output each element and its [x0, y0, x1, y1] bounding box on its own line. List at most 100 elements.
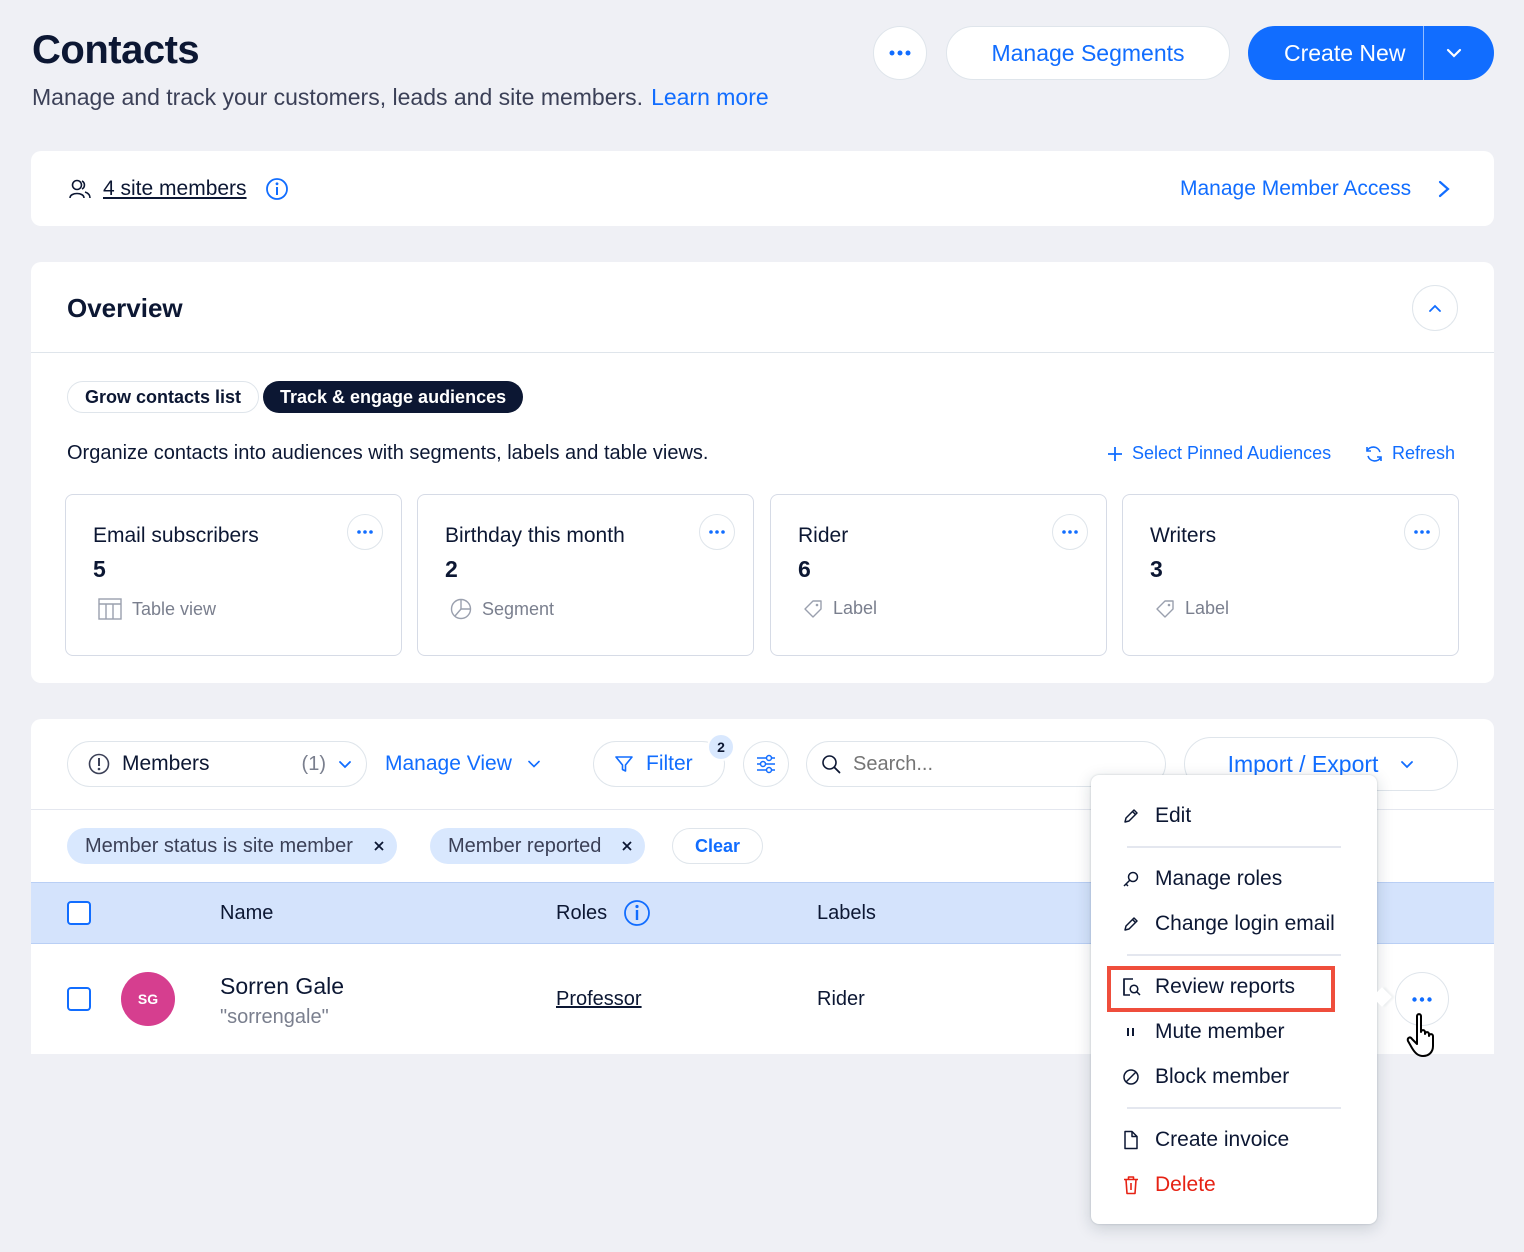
chevron-down-icon: [1447, 48, 1462, 58]
manage-member-access-link[interactable]: Manage Member Access: [1180, 177, 1411, 201]
dots-icon: [1414, 530, 1430, 534]
role-link[interactable]: Professor: [556, 988, 642, 1011]
filter-chip[interactable]: Member reported: [430, 828, 646, 864]
filter-icon: [615, 756, 633, 772]
menu-item-manage-roles[interactable]: Manage roles: [1121, 867, 1282, 891]
menu-item-delete[interactable]: Delete: [1121, 1173, 1216, 1197]
info-icon[interactable]: [265, 177, 289, 201]
site-members-link[interactable]: 4 site members: [103, 177, 247, 201]
audience-title: Writers: [1150, 524, 1217, 547]
collapse-overview-button[interactable]: [1412, 285, 1458, 331]
trash-icon: [1124, 1176, 1138, 1195]
contact-name[interactable]: Sorren Gale: [220, 973, 344, 1000]
tag-icon: [1156, 599, 1174, 618]
audience-more-button[interactable]: [1052, 514, 1088, 550]
close-icon[interactable]: [373, 840, 385, 852]
create-new-dropdown[interactable]: [1424, 26, 1484, 80]
dots-icon: [1062, 530, 1078, 534]
audience-title: Birthday this month: [445, 524, 625, 547]
chevron-down-icon: [528, 760, 540, 768]
pencil-icon: [1124, 917, 1138, 931]
filter-chip-label: Member reported: [448, 834, 602, 857]
members-icon: [69, 179, 91, 199]
pie-icon: [450, 598, 472, 620]
page-subtitle: Manage and track your customers, leads a…: [32, 84, 769, 111]
audience-more-button[interactable]: [699, 514, 735, 550]
highlight-box: [1107, 966, 1335, 1012]
view-select[interactable]: Members (1): [67, 741, 367, 787]
audience-title: Email subscribers: [93, 524, 259, 547]
audience-card[interactable]: Birthday this month 2 Segment: [417, 494, 754, 656]
menu-item-change-login-email[interactable]: Change login email: [1121, 912, 1335, 936]
clear-filters-button[interactable]: Clear: [672, 828, 764, 864]
chevron-right-icon[interactable]: [1437, 180, 1451, 198]
import-export-label: Import / Export: [1227, 750, 1379, 777]
filter-count-badge: 2: [707, 733, 735, 761]
row-checkbox[interactable]: [67, 987, 91, 1011]
tab-grow-contacts[interactable]: Grow contacts list: [67, 381, 260, 413]
manage-view-dropdown[interactable]: Manage View: [385, 752, 540, 776]
audience-more-button[interactable]: [347, 514, 383, 550]
hand-cursor-icon: [1406, 1013, 1434, 1057]
select-pinned-audiences-link[interactable]: Select Pinned Audiences: [1106, 443, 1331, 464]
audience-kind-label: Segment: [482, 598, 555, 619]
column-roles[interactable]: Roles: [556, 902, 607, 925]
refresh-label: Refresh: [1392, 443, 1456, 463]
menu-divider: [1127, 846, 1341, 848]
refresh-link[interactable]: Refresh: [1364, 443, 1455, 464]
audience-kind: Label: [1155, 598, 1229, 619]
audience-count: 3: [1150, 556, 1163, 582]
audience-card[interactable]: Rider 6 Label: [770, 494, 1107, 656]
menu-item-label: Block member: [1155, 1065, 1290, 1088]
chevron-down-icon: [1401, 760, 1414, 768]
filter-chip-label: Member status is site member: [85, 834, 353, 857]
create-new-label[interactable]: Create New: [1248, 26, 1423, 80]
search-input[interactable]: [853, 752, 1153, 776]
column-labels[interactable]: Labels: [817, 902, 876, 925]
filter-chip[interactable]: Member status is site member: [67, 828, 397, 864]
learn-more-link[interactable]: Learn more: [651, 84, 769, 110]
select-pinned-label: Select Pinned Audiences: [1132, 443, 1332, 463]
table-icon: [98, 598, 122, 620]
close-icon[interactable]: [621, 840, 633, 852]
page-title: Contacts: [32, 28, 200, 72]
audience-card[interactable]: Writers 3 Label: [1122, 494, 1459, 656]
pencil-icon: [1124, 809, 1138, 823]
menu-divider: [1127, 1107, 1341, 1109]
menu-item-edit[interactable]: Edit: [1121, 804, 1191, 828]
site-members-strip: 4 site members Manage Member Access: [31, 151, 1494, 226]
menu-item-block-member[interactable]: Block member: [1121, 1065, 1289, 1089]
chevron-up-icon: [1429, 304, 1441, 312]
more-actions-button[interactable]: [873, 26, 927, 80]
audience-kind-label: Table view: [132, 598, 217, 619]
menu-item-label: Manage roles: [1155, 867, 1283, 890]
subtitle-text: Manage and track your customers, leads a…: [32, 84, 644, 110]
key-icon: [1123, 871, 1139, 887]
warning-circle-icon: [88, 753, 110, 775]
info-icon[interactable]: [623, 899, 651, 927]
tab-track-engage[interactable]: Track & engage audiences: [263, 381, 524, 413]
menu-item-create-invoice[interactable]: Create invoice: [1121, 1128, 1289, 1152]
audience-count: 6: [798, 556, 811, 582]
manage-segments-button[interactable]: Manage Segments: [946, 26, 1230, 80]
create-new-button[interactable]: Create New: [1248, 26, 1494, 80]
audience-count: 2: [445, 556, 458, 582]
pause-icon: [1127, 1028, 1134, 1036]
filter-label: Filter: [646, 752, 693, 775]
tag-icon: [804, 599, 822, 618]
dots-icon: [889, 50, 911, 56]
audience-kind: Label: [803, 598, 877, 619]
overview-description: Organize contacts into audiences with se…: [67, 442, 709, 464]
view-select-label: Members: [122, 752, 210, 775]
audience-count: 5: [93, 556, 106, 582]
select-all-checkbox[interactable]: [67, 901, 91, 925]
column-name[interactable]: Name: [220, 902, 273, 925]
filter-button[interactable]: Filter: [593, 741, 725, 787]
audience-card[interactable]: Email subscribers 5 Table view: [65, 494, 402, 656]
menu-item-mute-member[interactable]: Mute member: [1121, 1020, 1285, 1044]
audience-more-button[interactable]: [1404, 514, 1440, 550]
customize-columns-button[interactable]: [743, 741, 789, 787]
avatar: SG: [121, 972, 175, 1026]
audience-kind: Segment: [450, 598, 554, 620]
audience-kind: Table view: [98, 598, 216, 620]
